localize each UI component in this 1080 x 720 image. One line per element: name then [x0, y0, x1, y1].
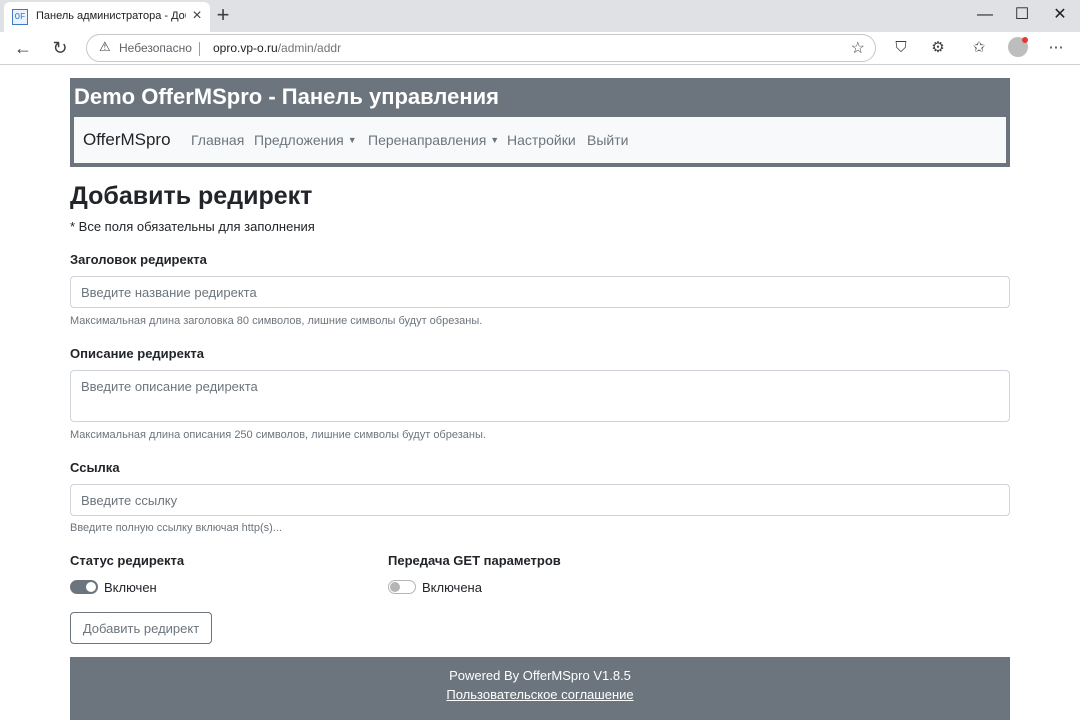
nav-item-redirects-label: Перенаправления	[368, 132, 487, 148]
nav-item-redirects[interactable]: Перенаправления ▼	[368, 132, 499, 148]
reload-icon[interactable]: ↻	[48, 36, 72, 60]
profile-notification-dot	[1022, 37, 1028, 43]
site-title: Demo OfferMSpro - Панель управления	[74, 84, 499, 109]
nav-item-offers-label: Предложения	[254, 132, 344, 148]
navbar-brand[interactable]: OfferMSpro	[83, 130, 171, 150]
redirect-status-value[interactable]: Включен	[104, 580, 157, 595]
get-params-label: Передача GET параметров	[388, 553, 561, 568]
redirect-link-input[interactable]	[70, 484, 1010, 516]
site-footer: Powered By OfferMSpro V1.8.5 Пользовател…	[70, 657, 1010, 720]
tab-title: Панель администратора - Добавить редирек…	[36, 10, 186, 22]
close-tab-icon[interactable]: ×	[188, 7, 206, 25]
minimize-icon[interactable]: —	[966, 2, 1004, 28]
powered-by-text: Powered By OfferMSpro V1.8.5	[449, 668, 631, 683]
site-header: Demo OfferMSpro - Панель управления Offe…	[70, 78, 1010, 167]
page-title: Добавить редирект	[70, 182, 313, 210]
url-host: opro.vp-o.ru	[213, 41, 278, 55]
required-note: * Все поля обязательны для заполнения	[70, 219, 315, 234]
redirect-title-input[interactable]	[70, 276, 1010, 308]
close-window-icon[interactable]: ✕	[1041, 2, 1079, 28]
redirect-link-label: Ссылка	[70, 460, 120, 475]
toggle-knob	[390, 582, 400, 592]
address-url[interactable]: opro.vp-o.ru/admin/addr	[213, 41, 341, 55]
new-tab-icon[interactable]: +	[212, 4, 234, 26]
redirect-description-help: Максимальная длина описания 250 символов…	[70, 429, 486, 441]
tracking-prevention-icon[interactable]: ⛉	[890, 37, 912, 59]
favorite-star-icon[interactable]: ☆	[851, 38, 865, 58]
redirect-description-label: Описание редиректа	[70, 346, 204, 361]
browser-tab[interactable]: OF Панель администратора - Добавить реди…	[4, 2, 210, 32]
user-agreement-link[interactable]: Пользовательское соглашение	[70, 687, 1010, 702]
redirect-title-label: Заголовок редиректа	[70, 252, 207, 267]
address-bar[interactable]: ⚠ Небезопасно opro.vp-o.ru/admin/addr ☆	[86, 34, 876, 62]
redirect-description-input[interactable]	[70, 370, 1010, 422]
redirect-link-help: Введите полную ссылку включая http(s)...	[70, 522, 282, 534]
warning-icon[interactable]: ⚠	[99, 39, 111, 55]
back-icon[interactable]: ←	[11, 36, 35, 60]
favorites-icon[interactable]: ✩	[968, 37, 990, 59]
url-path: /admin/addr	[277, 41, 342, 55]
nav-item-logout[interactable]: Выйти	[587, 132, 628, 148]
redirect-status-toggle[interactable]	[70, 580, 98, 594]
nav-item-offers[interactable]: Предложения ▼	[254, 132, 357, 148]
insecure-label[interactable]: Небезопасно	[119, 41, 192, 55]
address-separator	[199, 42, 200, 56]
browser-toolbar: ← ↻ ⚠ Небезопасно opro.vp-o.ru/admin/add…	[0, 32, 1080, 65]
extensions-icon[interactable]: ⚙	[927, 37, 949, 59]
get-params-toggle[interactable]	[388, 580, 416, 594]
redirect-status-label: Статус редиректа	[70, 553, 185, 568]
caret-down-icon: ▼	[347, 135, 357, 145]
more-menu-icon[interactable]: ⋯	[1045, 37, 1067, 59]
get-params-value[interactable]: Включена	[422, 580, 482, 595]
add-redirect-button[interactable]: Добавить редирект	[70, 612, 212, 644]
nav-item-home[interactable]: Главная	[191, 132, 244, 148]
nav-item-settings[interactable]: Настройки	[507, 132, 576, 148]
main-navbar: OfferMSpro Главная Предложения ▼ Перенапр…	[74, 117, 1006, 163]
caret-down-icon: ▼	[490, 135, 500, 145]
maximize-icon[interactable]: ☐	[1003, 2, 1041, 28]
redirect-title-help: Максимальная длина заголовка 80 символов…	[70, 315, 483, 327]
toggle-knob	[86, 582, 96, 592]
browser-tab-bar: OF Панель администратора - Добавить реди…	[0, 0, 1080, 32]
favicon-icon: OF	[12, 9, 28, 25]
